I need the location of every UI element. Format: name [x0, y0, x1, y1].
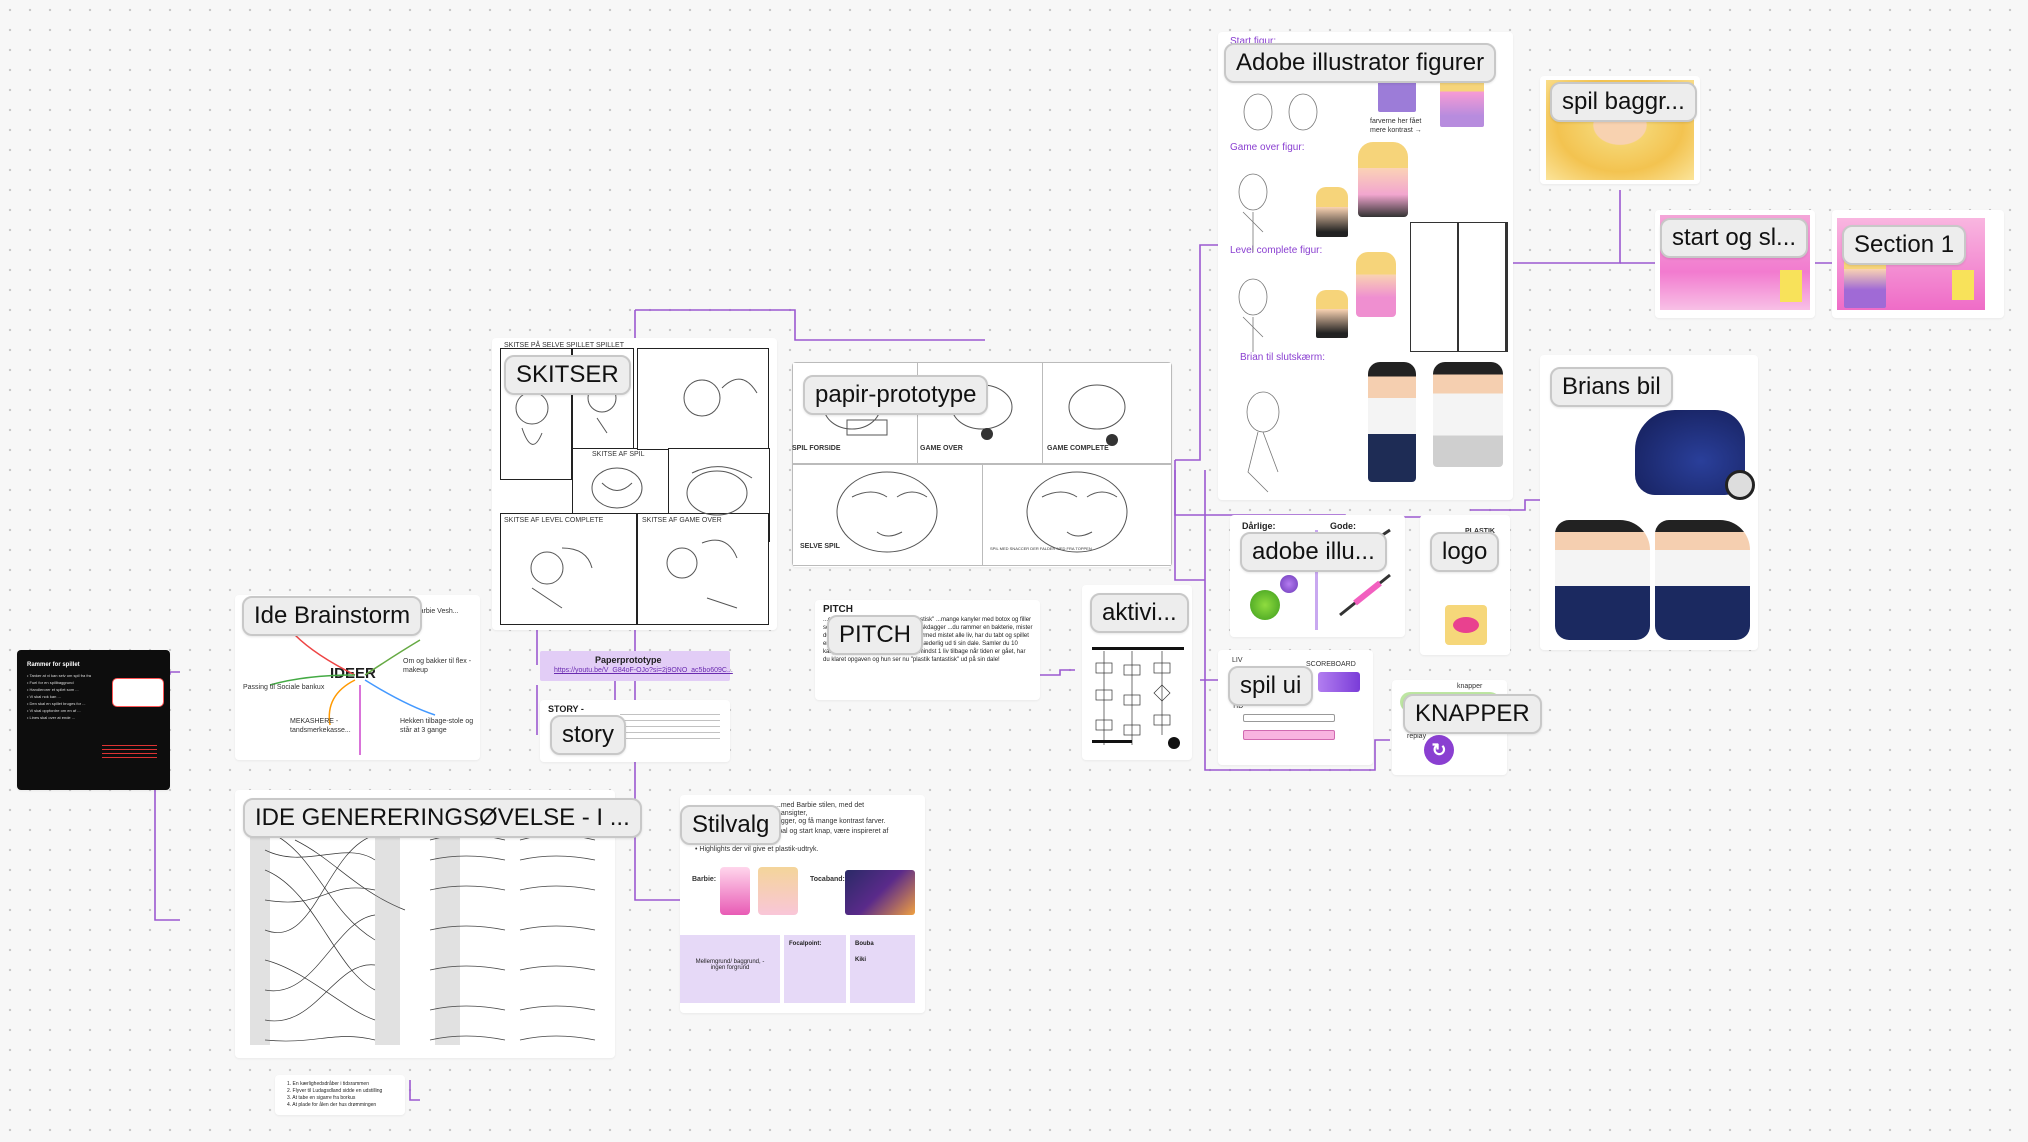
rammer-red-box — [112, 678, 164, 707]
pitch-label[interactable]: PITCH — [827, 615, 923, 655]
aktivi-label[interactable]: aktivi... — [1090, 593, 1189, 633]
spil-baggr-label[interactable]: spil baggr... — [1550, 82, 1697, 122]
tocaband-label: Tocaband: — [810, 876, 845, 883]
logo-label[interactable]: logo — [1430, 532, 1500, 572]
car-wheel — [1725, 470, 1755, 500]
bouba-kiki-box: Bouba Kiki — [850, 935, 915, 1003]
ide-generering-label[interactable]: IDE GENERERINGSØVELSE - I ... — [243, 798, 642, 838]
brian-figure-1 — [1368, 362, 1416, 482]
paperprototype-card[interactable]: Paperprototype https://youtu.be/V_G84oF-… — [540, 651, 733, 681]
replay-button[interactable]: ↻ — [1424, 735, 1454, 765]
level-grid — [1410, 222, 1508, 352]
pitch-header: PITCH — [823, 604, 853, 615]
brian-car-2 — [1655, 520, 1750, 640]
ide-list-card[interactable]: 1. En kærlighedsdråber i tidsrammen 2. F… — [275, 1075, 405, 1115]
tocaband-image — [845, 870, 915, 915]
rammer-red-text — [102, 745, 157, 759]
adobe-illu-label[interactable]: adobe illu... — [1240, 532, 1387, 572]
rammer-title: Rammer for spillet — [27, 662, 80, 668]
story-label[interactable]: story — [550, 715, 627, 755]
brainstorm-note: Om og bakker til flex - makeup — [403, 658, 472, 675]
ide-brainstorm-label[interactable]: Ide Brainstorm — [242, 596, 423, 636]
paperprototype-link[interactable]: https://youtu.be/V_G84oF-OJo?si=2j9ONO_a… — [554, 667, 733, 674]
stilvalg-line: • Highlights der vil give et plastik-udt… — [695, 846, 819, 853]
knapper-label[interactable]: KNAPPER — [1403, 694, 1542, 734]
timer-syringe-outline — [1243, 714, 1335, 722]
start-screen-yellow — [1780, 270, 1802, 302]
barbie-image-1 — [720, 867, 750, 915]
scoreboard-label: SCOREBOARD — [1306, 661, 1356, 668]
brian-figure-2 — [1433, 362, 1503, 467]
rammer-lines: • Tanker at vi kan selv om spil fra fra •… — [27, 673, 92, 720]
knapper-small-label: knapper — [1457, 683, 1483, 690]
barbie-figure-gameover-2 — [1316, 187, 1348, 237]
barbie-label: Barbie: — [692, 876, 717, 883]
barbie-image-2 — [758, 867, 798, 915]
adobe-figurer-label[interactable]: Adobe illustrator figurer — [1224, 43, 1497, 83]
paperprototype-label: Paperprototype — [595, 655, 662, 665]
rammer-card[interactable]: Rammer for spillet • Tanker at vi kan se… — [17, 650, 170, 790]
section-yellow — [1952, 270, 1974, 300]
brians-bil-label[interactable]: Brians bil — [1550, 367, 1673, 407]
start-og-sl-label[interactable]: start og sl... — [1660, 218, 1809, 258]
stilvalg-line: ...gger, og få mange kontrast farver. — [775, 818, 886, 825]
replay-icon: ↻ — [1431, 739, 1447, 760]
scoreboard-bar — [1318, 672, 1360, 692]
adobe-figurer-frame[interactable]: Start figur: Game over figur: Level comp… — [1218, 32, 1513, 500]
lips-logo — [1445, 605, 1487, 645]
liv-label: LIV — [1232, 657, 1243, 664]
barbie-figure-level — [1356, 252, 1396, 317]
brainstorm-note: Hekken tilbage-stole og står at 3 gange — [400, 718, 474, 735]
story-header: STORY - — [548, 704, 584, 714]
section-1-label[interactable]: Section 1 — [1842, 225, 1967, 265]
timer-syringe — [1243, 730, 1335, 740]
stilvalg-label[interactable]: Stilvalg — [680, 805, 782, 845]
brainstorm-note: Passing til Sociale bankux — [243, 684, 325, 691]
brian-car-1 — [1555, 520, 1650, 640]
focalpoint-box: Focalpoint: — [784, 935, 846, 1003]
papir-prototype-label[interactable]: papir-prototype — [803, 375, 989, 415]
brainstorm-note: MEKASHERE - tandsmerkekasse... — [290, 718, 351, 735]
story-text — [620, 714, 720, 744]
barbie-figure-level-2 — [1316, 290, 1348, 338]
mellemgrund-box: Mellemgrund/ baggrund, - ingen forgrund — [680, 935, 780, 1003]
skitser-label[interactable]: SKITSER — [504, 355, 631, 395]
barbie-figure-gameover — [1358, 142, 1408, 217]
spil-ui-label[interactable]: spil ui — [1228, 666, 1314, 706]
whiteboard-canvas[interactable]: Rammer for spillet • Tanker at vi kan se… — [0, 0, 2028, 1142]
ide-list-text: 1. En kærlighedsdråber i tidsrammen 2. F… — [287, 1081, 383, 1108]
